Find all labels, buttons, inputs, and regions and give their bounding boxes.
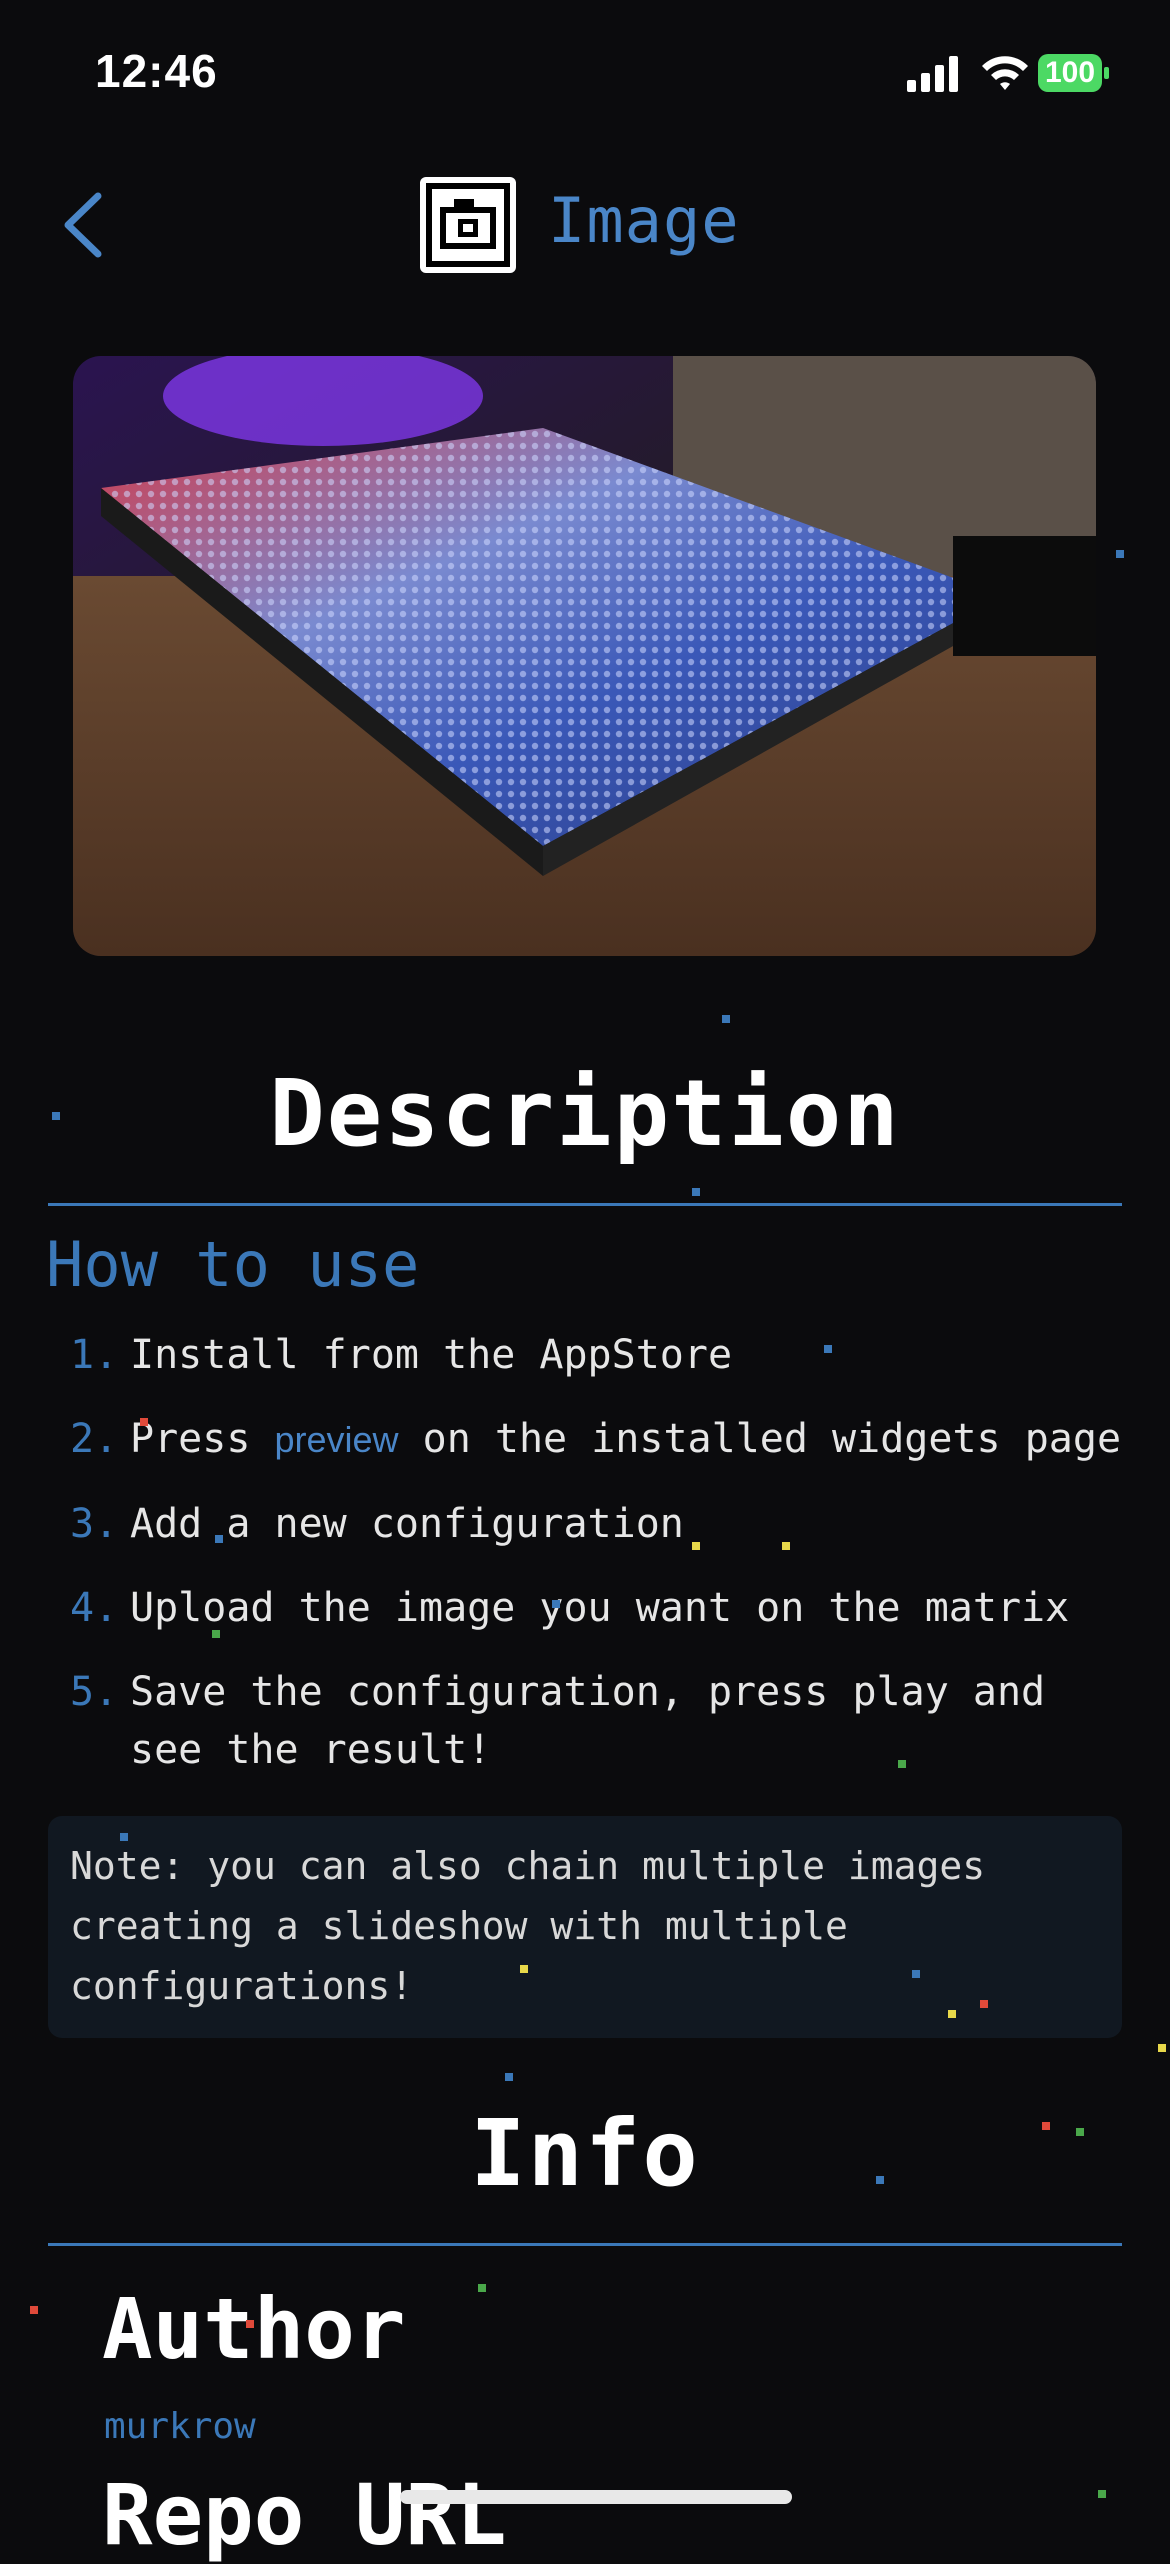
step-number: 2. — [70, 1416, 119, 1462]
preview-link[interactable]: preview — [275, 1419, 399, 1460]
step-text-prefix: Press — [130, 1416, 275, 1462]
battery-level: 100 — [1044, 56, 1096, 89]
step-text: Add a new configuration — [130, 1501, 684, 1547]
step-text-suffix: on the installed widgets page — [398, 1416, 1122, 1462]
battery-indicator: 100 — [1038, 54, 1110, 92]
list-item: 2. Press preview on the installed widget… — [70, 1410, 1130, 1469]
steps-list: 1. Install from the AppStore 2. Press pr… — [70, 1326, 1130, 1805]
cellular-signal-icon — [907, 56, 958, 92]
list-item: 3. Add a new configuration — [70, 1495, 1130, 1553]
wifi-icon — [982, 56, 1028, 90]
author-label: Author — [102, 2280, 406, 2378]
author-name[interactable]: murkrow — [104, 2406, 256, 2447]
home-indicator[interactable] — [400, 2490, 792, 2504]
step-text: Upload the image you want on the matrix — [130, 1585, 1070, 1631]
repo-url-label: Repo URL — [102, 2466, 507, 2564]
step-number: 4. — [70, 1585, 119, 1631]
page-title: Image — [548, 184, 740, 257]
info-heading: Info — [470, 2100, 700, 2207]
section-divider — [48, 2243, 1122, 2246]
step-text: Install from the AppStore — [130, 1332, 733, 1378]
step-number: 3. — [70, 1501, 119, 1547]
list-item: 4. Upload the image you want on the matr… — [70, 1579, 1130, 1637]
step-text: Save the configuration, press play and s… — [130, 1669, 1046, 1773]
step-number: 5. — [70, 1669, 119, 1715]
status-time: 12:46 — [95, 45, 218, 97]
camera-icon — [420, 177, 516, 273]
hero-image — [73, 356, 1096, 956]
section-divider — [48, 1203, 1122, 1206]
description-heading: Description — [269, 1060, 901, 1167]
note-text: Note: you can also chain multiple images… — [70, 1844, 986, 2008]
how-to-use-heading: How to use — [46, 1228, 420, 1301]
back-chevron-icon[interactable] — [60, 190, 106, 260]
step-number: 1. — [70, 1332, 119, 1378]
note-box: Note: you can also chain multiple images… — [48, 1816, 1122, 2038]
list-item: 1. Install from the AppStore — [70, 1326, 1130, 1384]
list-item: 5. Save the configuration, press play an… — [70, 1663, 1130, 1779]
